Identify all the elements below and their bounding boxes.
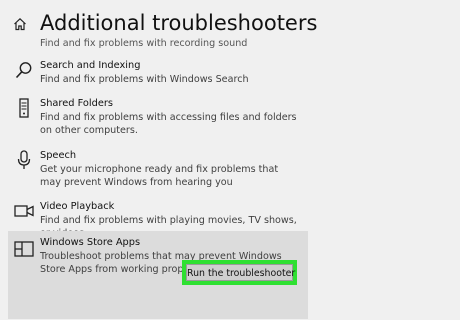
item-text: Speech Get your microphone ready and fix… (40, 150, 302, 189)
item-title: Video Playback (40, 201, 115, 212)
item-text: Search and Indexing Find and fix problem… (40, 60, 302, 86)
list-item-search-indexing[interactable]: Search and Indexing Find and fix problem… (8, 60, 300, 86)
item-title: Windows Store Apps (40, 237, 141, 248)
item-title: Shared Folders (40, 98, 113, 109)
list-item-shared-folders[interactable]: Shared Folders Find and fix problems wit… (8, 98, 300, 138)
item-description: Find and fix problems with accessing fil… (40, 112, 297, 136)
home-icon[interactable] (13, 17, 27, 31)
item-description: Find and fix problems with Windows Searc… (40, 74, 249, 85)
item-text: Shared Folders Find and fix problems wit… (40, 98, 302, 137)
run-troubleshooter-label: Run the troubleshooter (186, 264, 295, 281)
run-troubleshooter-button[interactable]: Run the troubleshooter (182, 260, 297, 285)
list-item-video-playback[interactable]: Video Playback Find and fix problems wit… (8, 201, 300, 239)
video-camera-icon (14, 205, 34, 217)
microphone-icon (17, 150, 31, 169)
item-description: Get your microphone ready and fix proble… (40, 164, 279, 188)
server-icon (19, 98, 29, 118)
recording-audio-description: Find and fix problems with recording sou… (40, 38, 248, 49)
item-title: Search and Indexing (40, 60, 141, 71)
page-title: Additional troubleshooters (40, 11, 318, 35)
settings-page: Additional troubleshooters Find and fix … (0, 0, 460, 320)
list-item-speech[interactable]: Speech Get your microphone ready and fix… (8, 150, 300, 190)
search-icon (15, 62, 32, 79)
item-title: Speech (40, 150, 77, 161)
store-apps-icon (14, 241, 34, 257)
